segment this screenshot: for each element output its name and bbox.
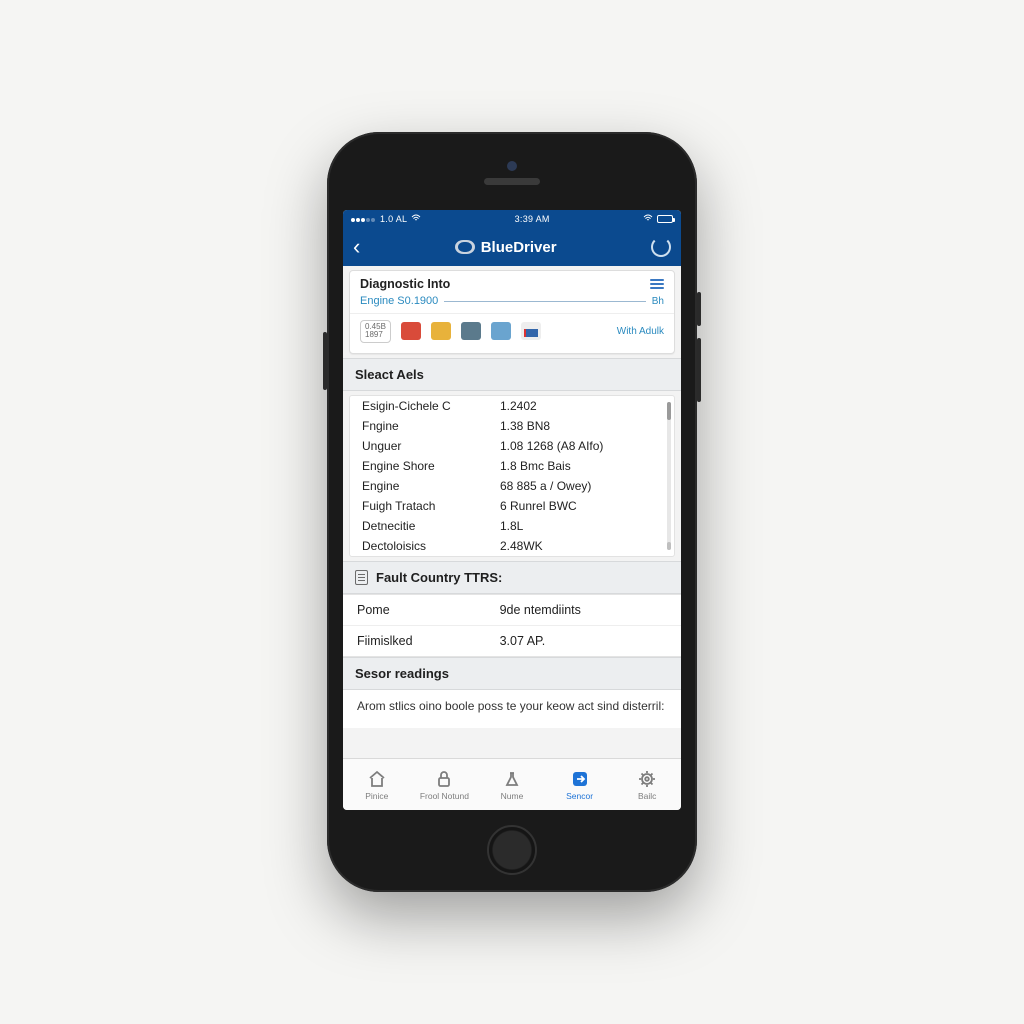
list-item[interactable]: Fiimislked3.07 AP. [343, 625, 681, 656]
section-header-fault: Fault Country TTRS: [343, 561, 681, 594]
list-item[interactable]: Detnecitie1.8L [350, 516, 674, 536]
refresh-button[interactable] [651, 237, 671, 257]
chart-icon[interactable] [521, 322, 541, 340]
status-time: 3:39 AM [515, 214, 550, 224]
module-icons [401, 322, 541, 340]
menu-icon[interactable] [650, 279, 664, 289]
code-chip[interactable]: 0.45B 1897 [360, 320, 391, 343]
list-item[interactable]: Fuigh Tratach6 Runrel BWC [350, 496, 674, 516]
diagnostic-card: Diagnostic Into Engine S0.1900 Bh 0.45B … [349, 270, 675, 354]
list-item[interactable]: Dectoloisics2.48WK [350, 536, 674, 556]
tab-label: Sencor [566, 791, 593, 801]
tab-label: Pinice [365, 791, 388, 801]
sleact-list[interactable]: Esigin-Cichele C1.2402 Fngine1.38 BN8 Un… [349, 395, 675, 557]
arrow-right-icon [569, 769, 591, 789]
section-header-sensor: Sesor readings [343, 657, 681, 690]
section-title: Fault Country TTRS: [376, 570, 502, 585]
list-item[interactable]: Esigin-Cichele C1.2402 [350, 396, 674, 416]
tab-settings[interactable]: Bailc [613, 759, 681, 810]
item-key: Dectoloisics [362, 539, 500, 553]
item-key: Unguer [362, 439, 500, 453]
gear-icon [636, 769, 658, 789]
carrier-label: 1.0 AL [380, 214, 407, 224]
app-title-label: BlueDriver [481, 239, 557, 256]
item-key: Fiimislked [357, 634, 500, 648]
home-button[interactable] [487, 825, 537, 875]
item-key: Engine Shore [362, 459, 500, 473]
diagnostic-title: Diagnostic Into [360, 277, 450, 291]
scroll-thumb-icon[interactable] [667, 542, 671, 550]
list-item[interactable]: Fngine1.38 BN8 [350, 416, 674, 436]
section-title: Sesor readings [355, 666, 449, 681]
tab-label: Bailc [638, 791, 656, 801]
list-item[interactable]: Engine Shore1.8 Bmc Bais [350, 456, 674, 476]
item-value: 3.07 AP. [500, 634, 667, 648]
engine-cap: Bh [652, 296, 664, 307]
warning-icon[interactable] [431, 322, 451, 340]
engine-label: Engine S0.1900 [360, 295, 438, 307]
sensor-description: Arom stlics oino boole poss te your keow… [343, 690, 681, 728]
status-right [643, 214, 673, 224]
item-value: 68 885 a / Owey) [500, 479, 662, 493]
item-value: 1.8 Bmc Bais [500, 459, 662, 473]
item-value: 9de ntemdiints [500, 603, 667, 617]
scroll-thumb-icon[interactable] [667, 402, 671, 420]
item-value: 1.8L [500, 519, 662, 533]
item-value: 1.2402 [500, 399, 662, 413]
item-key: Esigin-Cichele C [362, 399, 500, 413]
phone-side-button [323, 332, 327, 390]
chip-line2: 1897 [365, 331, 386, 339]
lock-icon [433, 769, 455, 789]
tab-sensor[interactable]: Sencor [546, 759, 614, 810]
home-icon [366, 769, 388, 789]
battery-icon [657, 215, 673, 223]
tab-label: Nume [501, 791, 524, 801]
status-bar: 1.0 AL 3:39 AM [343, 210, 681, 228]
vehicle-icon[interactable] [401, 322, 421, 340]
phone-side-button [697, 292, 701, 326]
with-link[interactable]: With Adulk [617, 326, 664, 337]
section-header-sleact: Sleact Aels [343, 358, 681, 391]
fault-list: Pome9de ntemdiints Fiimislked3.07 AP. [343, 594, 681, 657]
tab-bar: Pinice Frool Notund Nume Sencor [343, 758, 681, 810]
item-value: 1.38 BN8 [500, 419, 662, 433]
item-key: Pome [357, 603, 500, 617]
brand-logo-icon [455, 240, 475, 254]
engine-line[interactable]: Engine S0.1900 Bh [350, 295, 674, 313]
item-value: 1.08 1268 (A8 AIfo) [500, 439, 662, 453]
item-value: 6 Runrel BWC [500, 499, 662, 513]
phone-side-button [697, 338, 701, 402]
section-title: Sleact Aels [355, 367, 424, 382]
screen: 1.0 AL 3:39 AM ‹ BlueDriver [343, 210, 681, 810]
tab-profile[interactable]: Nume [478, 759, 546, 810]
engine-icon[interactable] [461, 322, 481, 340]
app-title: BlueDriver [455, 239, 557, 256]
item-value: 2.48WK [500, 539, 662, 553]
scrollbar[interactable] [667, 402, 671, 550]
diagnostic-icon-row: 0.45B 1897 With Adulk [350, 313, 674, 353]
document-icon [355, 570, 368, 585]
item-key: Fngine [362, 419, 500, 433]
item-key: Engine [362, 479, 500, 493]
signal-dots-icon [351, 214, 376, 224]
tab-tools[interactable]: Frool Notund [411, 759, 479, 810]
item-key: Fuigh Tratach [362, 499, 500, 513]
list-item[interactable]: Pome9de ntemdiints [343, 595, 681, 625]
list-item[interactable]: Engine68 885 a / Owey) [350, 476, 674, 496]
divider [444, 301, 645, 302]
list-item[interactable]: Unguer1.08 1268 (A8 AIfo) [350, 436, 674, 456]
item-key: Detnecitie [362, 519, 500, 533]
tab-label: Frool Notund [420, 791, 469, 801]
flask-icon [501, 769, 523, 789]
nav-bar: ‹ BlueDriver [343, 228, 681, 266]
wifi-icon [411, 214, 421, 224]
transmission-icon[interactable] [491, 322, 511, 340]
back-button[interactable]: ‹ [353, 236, 360, 258]
status-left: 1.0 AL [351, 214, 421, 224]
wifi-icon [643, 214, 653, 224]
tab-home[interactable]: Pinice [343, 759, 411, 810]
phone-frame: 1.0 AL 3:39 AM ‹ BlueDriver [327, 132, 697, 892]
